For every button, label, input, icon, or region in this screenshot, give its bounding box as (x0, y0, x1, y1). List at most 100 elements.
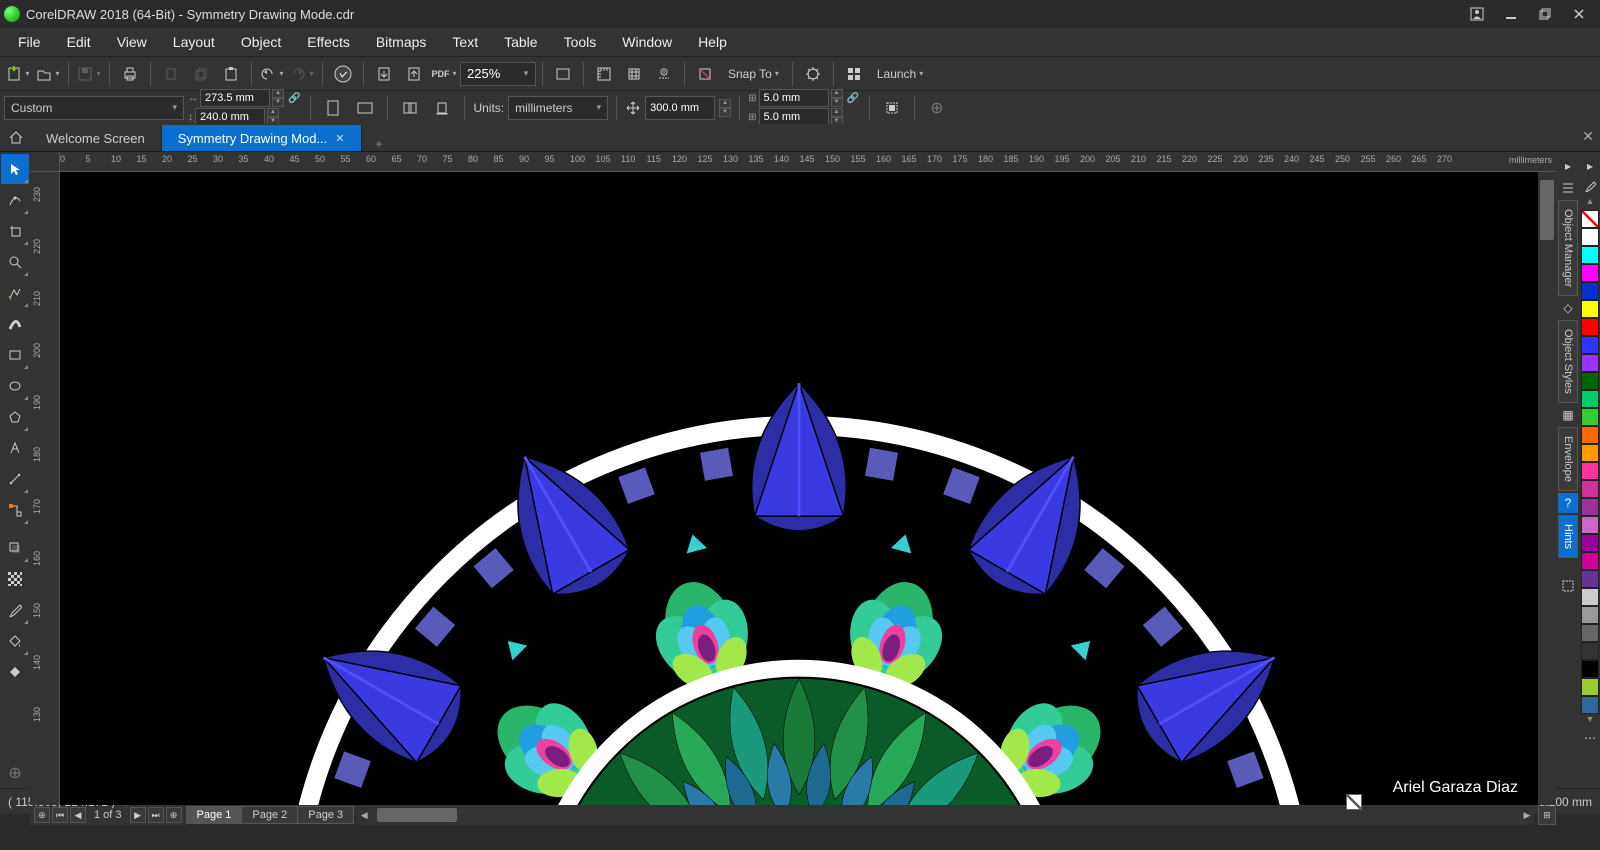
tab-close-icon[interactable]: ✕ (335, 132, 344, 145)
nudge-input[interactable] (645, 96, 715, 120)
menu-window[interactable]: Window (610, 30, 684, 54)
page-tab-1[interactable]: Page 1 (186, 806, 243, 824)
last-page-button[interactable]: ⏭ (148, 807, 164, 823)
close-button[interactable] (1562, 0, 1596, 28)
color-swatch[interactable] (1581, 444, 1599, 462)
paste-button[interactable] (217, 60, 245, 88)
rectangle-tool[interactable] (1, 340, 29, 370)
docker-list-icon[interactable] (1558, 178, 1578, 198)
color-swatch[interactable] (1581, 624, 1599, 642)
menu-view[interactable]: View (105, 30, 159, 54)
vertical-scrollbar[interactable] (1538, 172, 1556, 805)
docker-envelope-icon[interactable]: ▦ (1558, 405, 1578, 425)
color-swatch[interactable] (1581, 696, 1599, 714)
palette-flyout-icon[interactable]: ▸ (1580, 156, 1600, 176)
first-page-button[interactable]: ⏮ (52, 807, 68, 823)
page-tab-2[interactable]: Page 2 (241, 806, 298, 824)
dup-lock-icon[interactable]: 🔗 (845, 93, 861, 104)
color-swatch[interactable] (1581, 462, 1599, 480)
menu-object[interactable]: Object (229, 30, 293, 54)
interactive-fill-tool[interactable] (1, 626, 29, 656)
color-swatch[interactable] (1581, 678, 1599, 696)
add-page-button[interactable]: ⊕ (34, 807, 50, 823)
show-grid-button[interactable] (620, 60, 648, 88)
new-tab-button[interactable]: + (368, 137, 391, 151)
launch-dropdown[interactable]: Launch (870, 60, 930, 88)
quick-customize-toolbox-icon[interactable]: ⊕ (1, 758, 29, 788)
copy-button[interactable] (187, 60, 215, 88)
tab-welcome-screen[interactable]: Welcome Screen (30, 125, 162, 151)
menu-help[interactable]: Help (686, 30, 739, 54)
landscape-button[interactable] (351, 94, 379, 122)
color-swatch[interactable] (1581, 426, 1599, 444)
current-page-button[interactable] (428, 94, 456, 122)
color-swatch[interactable] (1581, 552, 1599, 570)
user-icon[interactable] (1460, 0, 1494, 28)
eyedropper-palette-icon[interactable] (1580, 176, 1600, 196)
color-swatch[interactable] (1581, 300, 1599, 318)
color-swatch[interactable] (1581, 516, 1599, 534)
canvas[interactable]: Ariel Garaza Diaz (60, 172, 1538, 805)
docker-transform-icon[interactable] (1558, 576, 1578, 596)
page-preset-dropdown[interactable]: Custom▾ (4, 96, 184, 120)
app-launcher-icon[interactable] (840, 60, 868, 88)
show-rulers-button[interactable] (590, 60, 618, 88)
docker-object-styles[interactable]: Object Styles (1558, 320, 1578, 403)
smart-fill-tool[interactable] (1, 657, 29, 687)
swatch-no-color[interactable] (1581, 210, 1599, 228)
docker-styles-icon[interactable]: ◇ (1558, 298, 1578, 318)
drop-shadow-tool[interactable] (1, 533, 29, 563)
freehand-tool[interactable] (1, 278, 29, 308)
export-button[interactable] (400, 60, 428, 88)
color-swatch[interactable] (1581, 642, 1599, 660)
text-tool[interactable] (1, 433, 29, 463)
color-swatch[interactable] (1581, 336, 1599, 354)
color-swatch[interactable] (1581, 246, 1599, 264)
color-swatch[interactable] (1581, 588, 1599, 606)
portrait-button[interactable] (319, 94, 347, 122)
color-swatch[interactable] (1581, 228, 1599, 246)
print-button[interactable] (116, 60, 144, 88)
home-icon[interactable] (4, 127, 28, 149)
page-tab-3[interactable]: Page 3 (297, 806, 354, 824)
dup-x-input[interactable] (759, 89, 829, 107)
ruler-origin[interactable] (30, 152, 60, 172)
fill-swatch[interactable] (1346, 794, 1362, 810)
color-swatch[interactable] (1581, 264, 1599, 282)
menu-effects[interactable]: Effects (295, 30, 362, 54)
lock-ratio-icon[interactable]: 🔗 (286, 93, 302, 104)
crop-tool[interactable] (1, 216, 29, 246)
color-swatch[interactable] (1581, 534, 1599, 552)
options-button[interactable] (799, 60, 827, 88)
show-guidelines-button[interactable] (650, 60, 678, 88)
palette-up-button[interactable]: ▲ (1586, 196, 1595, 210)
menu-file[interactable]: File (6, 30, 53, 54)
color-swatch[interactable] (1581, 660, 1599, 678)
zoom-level[interactable]: ▾ (460, 62, 536, 86)
artistic-media-tool[interactable] (1, 309, 29, 339)
color-swatch[interactable] (1581, 318, 1599, 336)
menu-tools[interactable]: Tools (552, 30, 609, 54)
color-swatch[interactable] (1581, 282, 1599, 300)
color-swatch[interactable] (1581, 480, 1599, 498)
snap-off-button[interactable] (691, 60, 719, 88)
docker-envelope[interactable]: Envelope (1558, 427, 1578, 491)
docker-hints[interactable]: Hints (1558, 515, 1578, 558)
polygon-tool[interactable] (1, 402, 29, 432)
color-swatch[interactable] (1581, 408, 1599, 426)
import-button[interactable] (370, 60, 398, 88)
treat-as-filled-button[interactable] (878, 94, 906, 122)
palette-options-icon[interactable]: ⋯ (1580, 728, 1600, 748)
close-tabs-icon[interactable]: ✕ (1582, 128, 1594, 145)
maximize-button[interactable] (1528, 0, 1562, 28)
menu-table[interactable]: Table (492, 30, 549, 54)
transparency-tool[interactable] (1, 564, 29, 594)
shape-tool[interactable] (1, 185, 29, 215)
prev-page-button[interactable]: ◀ (70, 807, 86, 823)
save-button[interactable] (75, 60, 103, 88)
next-page-button[interactable]: ▶ (130, 807, 146, 823)
undo-button[interactable] (258, 60, 286, 88)
zoom-input[interactable] (461, 66, 517, 81)
quick-customize-icon[interactable]: ⊕ (923, 94, 951, 122)
color-eyedropper-tool[interactable] (1, 595, 29, 625)
